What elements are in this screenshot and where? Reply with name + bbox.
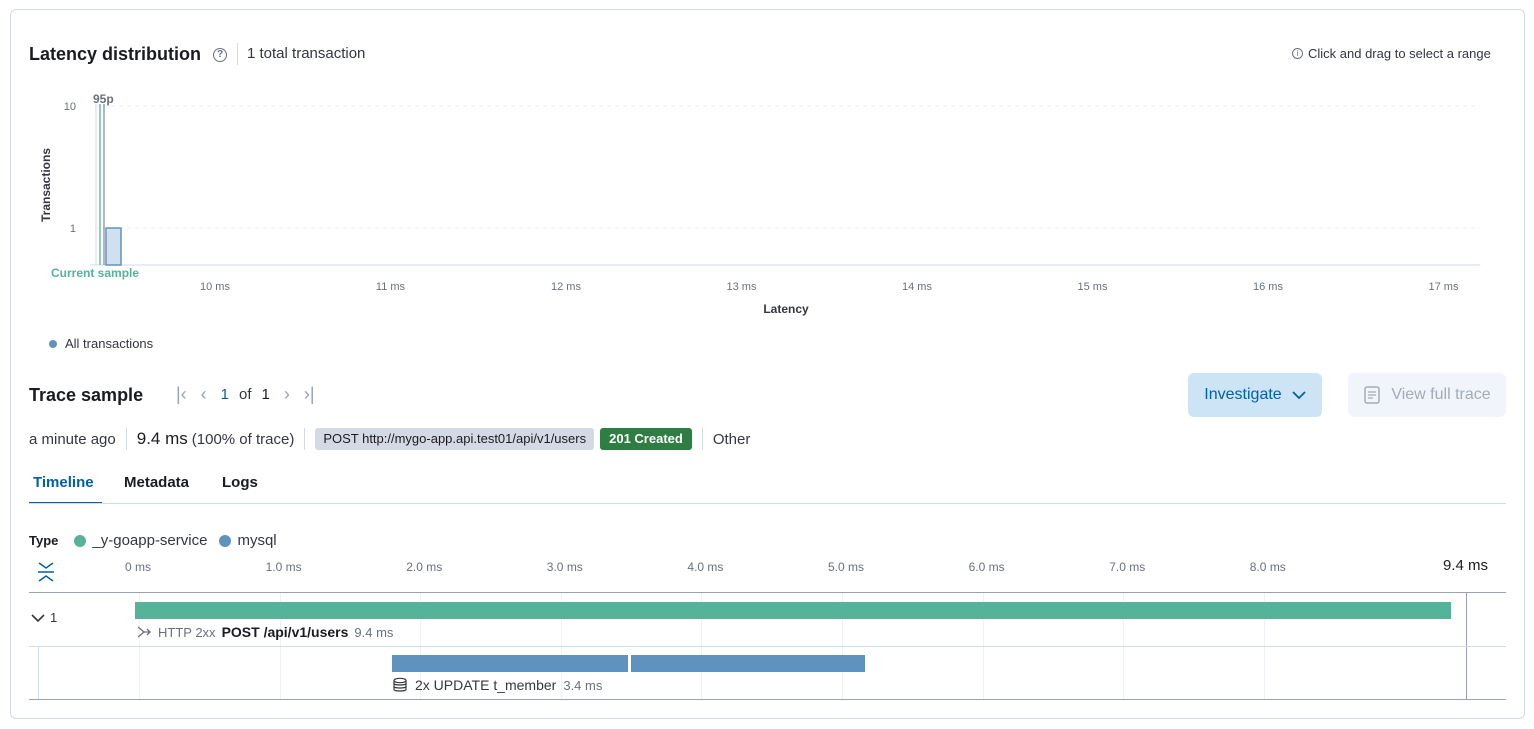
merge-icon [137,626,151,638]
timeline-tick-label: 1.0 ms [265,560,302,574]
legend-label: All transactions [65,336,154,351]
investigate-label: Investigate [1204,386,1282,403]
span-label[interactable]: 2x UPDATE t_member 3.4 ms [392,677,602,693]
trace-title: Trace sample [29,385,144,405]
histogram-bar[interactable] [105,227,122,266]
row-toggle[interactable]: 1 [31,610,57,625]
timeline-tick-label: 8.0 ms [1249,560,1286,574]
row-divider [29,646,1506,647]
x-tick-label: 11 ms [376,281,406,293]
pager-current[interactable]: 1 [221,386,229,403]
trace-duration: 9.4 ms [136,429,188,448]
timeline-bottom-border [29,699,1506,700]
child-indent-line [38,647,39,699]
type-legend: Type _y-goapp-service mysql [29,532,277,549]
row-child-count: 1 [50,610,58,625]
y-axis-title: Transactions [39,148,53,222]
transaction-duration: 9.4 ms [354,624,394,640]
document-icon [1364,386,1381,404]
timeline-tick-label: 0 ms [125,560,152,574]
timeline-tick-label: 6.0 ms [968,560,1005,574]
divider [125,428,127,450]
timeline-tick-label: 7.0 ms [1109,560,1146,574]
x-tick-label: 12 ms [551,281,581,293]
timeline-tick-label: 3.0 ms [546,560,583,574]
transaction-type: Other [712,430,751,448]
trace-pager: |‹ ‹ 1 of 1 › ›| [176,385,315,403]
span-bar[interactable] [631,655,865,672]
x-tick-label: 10 ms [200,281,230,293]
y-tick-label: 1 [70,223,76,235]
investigate-button[interactable]: Investigate [1188,373,1322,417]
type-label: Type [29,533,59,548]
service-name: _y-goapp-service [92,532,208,549]
timeline-tick-label: 4.0 ms [687,560,724,574]
span-name: 2x UPDATE t_member [415,677,557,693]
transaction-label[interactable]: HTTP 2xx POST /api/v1/users 9.4 ms [136,624,393,640]
current-sample-label: Current sample [51,266,139,280]
span-bar[interactable] [392,655,628,672]
y-tick-label: 10 [64,101,76,113]
tab-logs[interactable]: Logs [222,474,258,491]
transaction-bar[interactable] [135,602,1451,619]
pager-of: of [239,385,252,403]
span-duration: 3.4 ms [563,677,603,693]
timeline-tick-label: 2.0 ms [406,560,443,574]
next-page-icon[interactable]: › [284,385,290,403]
service-dot [74,534,87,547]
divider [304,428,306,450]
x-tick-label: 17 ms [1429,281,1459,293]
legend-dot [49,339,57,348]
tabs-border [29,503,1506,504]
x-tick-label: 16 ms [1253,281,1283,293]
mysql-name: mysql [237,532,277,549]
timeline-top-border [29,592,1506,593]
last-page-icon[interactable]: ›| [304,385,315,403]
chevron-down-icon [1292,391,1306,400]
tab-timeline[interactable]: Timeline [33,474,94,491]
transaction-name: POST /api/v1/users [221,624,349,640]
first-page-icon[interactable]: |‹ [176,385,187,403]
request-badge: POST http://mygo-app.api.test01/api/v1/u… [315,428,595,450]
divider [701,428,703,450]
view-full-trace-button[interactable]: View full trace [1348,373,1506,417]
latency-chart[interactable]: 10 1 10 ms 11 ms 12 ms 13 ms 14 ms 15 ms 16 ms 17… [0,0,1534,360]
view-full-trace-label: View full trace [1391,386,1491,403]
x-axis-title: Latency [763,302,809,316]
collapse-all-icon[interactable] [36,561,56,583]
chevron-down-icon [31,613,45,622]
status-badge: 201 Created [600,428,692,450]
mysql-dot [219,534,232,547]
prev-page-icon[interactable]: ‹ [201,385,207,403]
chart-legend[interactable]: All transactions [49,336,153,351]
tab-metadata[interactable]: Metadata [124,474,189,491]
time-ago: a minute ago [29,430,116,448]
percentile-label: 95p [93,92,114,106]
x-tick-label: 13 ms [727,281,757,293]
timeline-end-label: 9.4 ms [1443,557,1489,574]
x-tick-label: 14 ms [902,281,932,293]
x-tick-label: 15 ms [1078,281,1108,293]
database-icon [393,677,407,692]
trace-duration-pct: (100% of trace) [191,430,295,448]
pager-total: 1 [261,385,270,403]
trace-summary: a minute ago 9.4 ms (100% of trace) POST… [29,428,750,450]
timeline-tick-label: 5.0 ms [828,560,865,574]
transaction-kind: HTTP 2xx [158,624,216,640]
